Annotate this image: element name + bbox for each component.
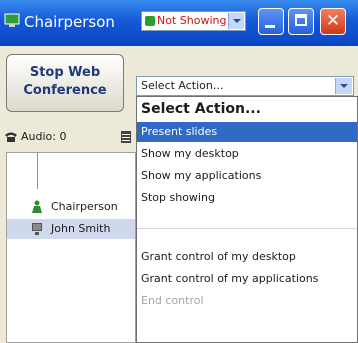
participant-item-john-smith[interactable]: John Smith <box>7 219 135 239</box>
chevron-down-icon[interactable] <box>228 13 244 29</box>
close-icon: ✕ <box>325 11 341 31</box>
participant-name: John Smith <box>51 222 111 235</box>
menu-item-grant-desktop-control[interactable]: Grant control of my desktop <box>137 247 357 267</box>
menu-separator <box>137 228 357 229</box>
computer-icon <box>32 223 42 235</box>
participant-item-chairperson[interactable]: Chairperson <box>7 197 135 217</box>
menu-item-show-applications[interactable]: Show my applications <box>137 166 357 186</box>
menu-header: Select Action... <box>141 101 261 117</box>
select-action-menu: Select Action... Present slides Show my … <box>136 96 358 343</box>
minimize-button[interactable] <box>258 8 284 35</box>
audio-status-row: Audio: 0 <box>0 124 136 152</box>
menu-item-present-slides[interactable]: Present slides <box>137 122 357 142</box>
phone-icon <box>5 132 17 142</box>
chevron-down-icon[interactable] <box>335 78 352 94</box>
participant-grid-icon[interactable] <box>121 131 131 143</box>
close-button[interactable]: ✕ <box>320 8 346 35</box>
conference-window: Chairperson Not Showing ✕ Stop Web Confe… <box>0 0 358 343</box>
monitor-app-icon <box>4 13 20 27</box>
participant-name: Chairperson <box>51 200 118 213</box>
select-action-value: Select Action... <box>141 79 224 92</box>
minimize-icon <box>265 25 275 28</box>
menu-item-stop-showing[interactable]: Stop showing <box>137 188 357 208</box>
person-icon <box>32 200 42 213</box>
status-icon <box>145 16 155 26</box>
maximize-button[interactable] <box>288 8 314 35</box>
stop-web-conference-button[interactable]: Stop Web Conference <box>6 54 124 112</box>
column-divider <box>37 153 38 189</box>
window-title: Chairperson <box>24 13 115 31</box>
participant-list: Chairperson John Smith <box>6 152 136 343</box>
maximize-icon <box>295 14 307 26</box>
menu-item-show-desktop[interactable]: Show my desktop <box>137 144 357 164</box>
stop-button-label-line2: Conference <box>23 83 107 98</box>
audio-count-label: Audio: 0 <box>21 130 67 143</box>
sharing-status-dropdown[interactable]: Not Showing <box>141 11 246 31</box>
title-bar[interactable]: Chairperson Not Showing ✕ <box>0 0 358 46</box>
sharing-status-value: Not Showing <box>157 14 227 27</box>
select-action-dropdown[interactable]: Select Action... <box>136 76 354 96</box>
menu-item-end-control: End control <box>141 294 204 307</box>
menu-item-grant-application-control[interactable]: Grant control of my applications <box>137 269 357 289</box>
stop-button-label-line1: Stop Web <box>29 65 101 80</box>
